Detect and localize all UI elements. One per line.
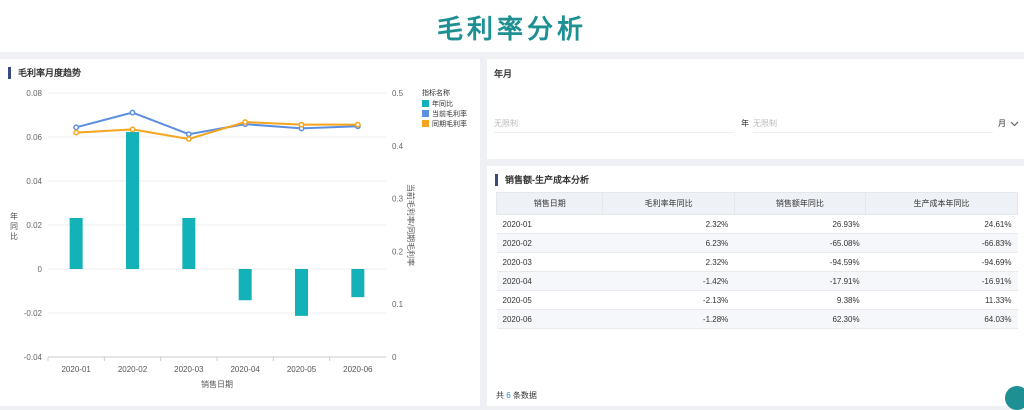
table-panel: 销售额-生产成本分析 销售日期 毛利率年同比 销售额年同比 生产成本年同比 20… [487,166,1024,406]
x-tick-label: 2020-01 [61,365,91,374]
table-cell: -94.59% [734,252,866,272]
series-point [73,129,80,136]
bar [69,217,83,269]
table-cell: 64.03% [865,309,1018,329]
table-cell: -94.69% [865,252,1018,272]
table-cell: 9.38% [734,290,866,310]
x-tick-label: 2020-03 [174,365,204,374]
y-tick-label-left: 0.04 [26,177,42,186]
end-date-input[interactable]: 无限制 [753,116,993,133]
x-tick-label: 2020-02 [118,365,148,374]
y-tick-label-left: 0.02 [26,221,42,230]
bar [126,131,139,269]
page-title: 毛利率分析 [436,15,587,45]
series-line [76,121,358,140]
table-row: 2020-05 -2.13% 9.38% 11.33% [496,290,1018,310]
column-header-sales-yoy[interactable]: 销售额年同比 [733,192,867,215]
analysis-table: 销售日期 毛利率年同比 销售额年同比 生产成本年同比 2020-01 2.32%… [495,192,1018,329]
table-row: 2020-03 2.32% -94.59% -94.69% [496,252,1018,272]
table-cell: -16.91% [865,271,1018,291]
help-button[interactable] [1005,386,1024,410]
table-row: 2020-01 2.32% 26.93% 24.61% [496,214,1018,234]
table-cell: 2020-06 [496,309,603,329]
y-tick-label-right: 0.1 [392,300,404,309]
page-header: 毛利率分析 [0,0,1024,52]
bar [182,217,196,269]
x-tick-label: 2020-05 [287,365,317,374]
table-row: 2020-02 6.23% -65.08% -66.83% [496,233,1018,253]
table-cell: -2.13% [602,290,735,310]
table-cell: 2020-03 [496,252,603,272]
series-point [129,126,136,133]
table-cell: -1.28% [602,309,735,329]
footer-prefix: 共 [496,391,504,400]
end-unit-label: 月 [998,119,1006,128]
legend-label: 当前毛利率 [432,109,467,118]
chart-panel: 毛利率月度趋势 0.08 0.06 0.04 0.02 0 -0.02 -0.04 0.5 0.… [0,59,480,406]
table-footer: 共 6 条数据 [496,390,537,401]
series-point [73,124,80,131]
legend-title: 指标名称 [422,88,450,97]
start-unit-label: 年 [741,119,749,128]
y-tick-label-left: 0.06 [26,133,42,142]
gross-margin-chart: 0.08 0.06 0.04 0.02 0 -0.02 -0.04 0.5 0.4 0.3 0.2 0… [10,88,467,389]
footer-count: 6 [506,391,511,400]
footer-suffix: 条数据 [512,391,537,400]
y-tick-label-right: 0.5 [392,89,404,98]
table-cell: 2020-01 [496,214,603,234]
table-cell: 62.30% [734,309,866,329]
legend-label: 年同比 [432,99,453,108]
y-tick-label-right: 0 [392,353,397,362]
table-cell: 6.23% [602,233,735,253]
table-cell: -1.42% [602,271,735,291]
filter-label: 年月 [494,69,513,79]
y-axis-title-left: 年同比 [10,211,18,241]
table-cell: -65.08% [734,233,866,253]
legend-swatch [422,110,429,117]
y-tick-label-left: 0.08 [26,89,42,98]
table-cell: 24.61% [865,214,1018,234]
bar [238,269,252,301]
y-tick-label-right: 0.3 [392,195,404,204]
table-cell: -66.83% [865,233,1018,253]
series-point [242,119,249,125]
table-cell: 2020-04 [496,271,603,291]
series-point [185,135,192,142]
table-cell: 2.32% [602,214,735,234]
y-tick-label-left: 0 [38,265,43,274]
table-panel-title: 销售额-生产成本分析 [495,174,589,186]
y-tick-label-left: -0.04 [24,353,43,362]
legend-swatch [422,100,429,107]
filter-panel: 年月 无限制 年 无限制 月 [487,59,1024,159]
start-date-input[interactable]: 无限制 [494,116,734,133]
legend-swatch [422,120,429,127]
table-cell: -17.91% [734,271,866,291]
series-point [185,131,192,138]
bar [351,269,365,298]
column-header-margin-yoy[interactable]: 毛利率年同比 [602,192,735,215]
series-point [298,121,305,128]
table-row: 2020-06 -1.28% 62.30% 64.03% [496,309,1018,329]
x-axis-title: 销售日期 [201,379,233,389]
y-tick-label-right: 0.4 [392,142,404,151]
y-axis-title-right: 当前毛利率/同期毛利率 [406,184,416,266]
table-cell: 2020-05 [496,290,603,310]
table-cell: 2020-02 [496,233,603,253]
x-tick-label: 2020-06 [343,365,373,374]
column-header-date[interactable]: 销售日期 [495,192,604,215]
bar [295,269,308,316]
legend-label: 同期毛利率 [432,119,467,128]
y-tick-label-left: -0.02 [24,309,43,318]
y-tick-label-right: 0.2 [392,247,404,256]
table-cell: 2.32% [602,252,735,272]
table-cell: 26.93% [734,214,866,234]
series-point [354,121,361,128]
chevron-down-icon[interactable] [1010,119,1019,128]
series-point [129,109,136,116]
table-row: 2020-04 -1.42% -17.91% -16.91% [496,271,1018,291]
x-tick-label: 2020-04 [230,365,260,374]
column-header-cost-yoy[interactable]: 生产成本年同比 [865,192,1018,215]
table-cell: 11.33% [865,290,1018,310]
